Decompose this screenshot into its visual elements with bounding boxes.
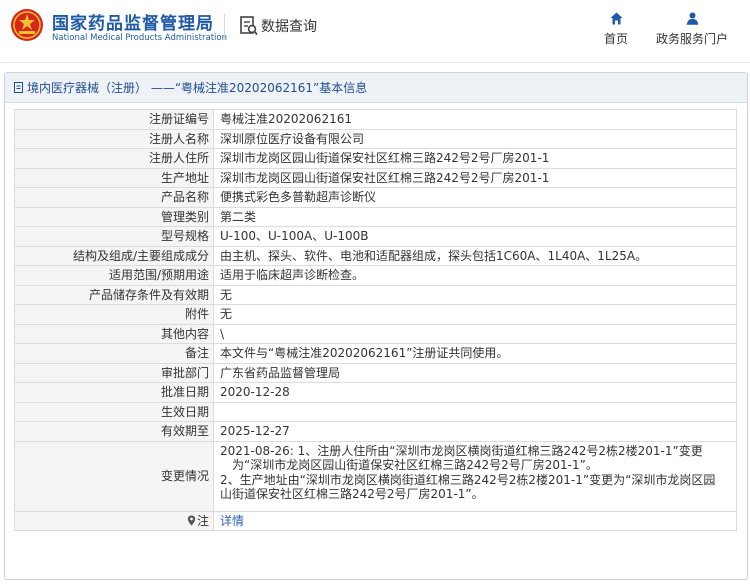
panel-title: 境内医疗器械（注册） ——“粤械注准20202062161”基本信息 [27,81,368,95]
field-label: 批准日期 [14,382,214,403]
details-link[interactable]: 详情 [220,514,244,528]
national-emblem-icon [11,9,43,41]
change-history-value: 2021-08-26: 1、注册人住所由“深圳市龙岗区横岗街道红棉三路242号2… [213,440,737,512]
field-label: 型号规格 [14,226,214,247]
header-divider [224,14,225,40]
data-query-label: 数据查询 [261,19,317,35]
field-value: 适用于临床超声诊断检查。 [213,265,737,286]
panel-title-bar: 境内医疗器械（注册） ——“粤械注准20202062161”基本信息 [5,73,747,103]
location-pin-icon [187,515,196,526]
table-row: 批准日期 2020-12-28 [14,382,737,403]
field-label: 结构及组成/主要组成成分 [14,245,214,266]
user-icon [686,12,698,25]
table-row: 生产地址 深圳市龙岗区园山街道保安社区红棉三路242号2号厂房201-1 [14,167,737,188]
table-row: 其他内容 \ [14,323,737,344]
table-row: 附件无 [14,304,737,325]
change-history-line: 山街道保安社区红棉三路242号2号厂房201-1”。 [220,487,484,501]
table-row: 注册证编号 粤械注准20202062161 [14,109,737,130]
field-value: U-100、U-100A、U-100B [213,226,737,247]
field-value [213,401,737,422]
header-bottom-border [0,62,750,63]
table-row: 注册人名称 深圳原位医疗设备有限公司 [14,128,737,149]
table-row: 有效期至 2025-12-27 [14,421,737,442]
field-value: 2025-12-27 [213,421,737,442]
note-label-cell: 注 [14,510,214,531]
field-value: 粤械注准20202062161 [213,109,737,130]
document-icon [14,82,23,93]
nav-home-label: 首页 [603,32,628,46]
change-history-row: 变更情况 2021-08-26: 1、注册人住所由“深圳市龙岗区横岗街道红棉三路… [14,440,737,512]
home-icon [610,12,622,25]
change-history-line: 为“深圳市龙岗区园山街道保安社区红棉三路242号2号厂房201-1”。 [232,458,598,472]
table-row: 产品储存条件及有效期无 [14,284,737,305]
change-history-line: 2、生产地址由“深圳市龙岗区横岗街道红棉三路242号2栋2楼201-1”变更为“… [220,472,716,487]
field-label: 附件 [14,304,214,325]
field-value: 深圳市龙岗区园山街道保安社区红棉三路242号2号厂房201-1 [213,167,737,188]
field-label: 备注 [14,343,214,364]
field-value: 由主机、探头、软件、电池和适配器组成，探头包括1C60A、1L40A、1L25A… [213,245,737,266]
field-value: 2020-12-28 [213,382,737,403]
field-value: 深圳市龙岗区园山街道保安社区红棉三路242号2号厂房201-1 [213,148,737,169]
note-value: 详情 [213,510,737,531]
change-history-label: 变更情况 [14,440,214,512]
note-label: 注 [196,513,209,528]
field-label: 审批部门 [14,362,214,383]
data-query-link[interactable]: 数据查询 [240,15,317,37]
table-row: 备注 本文件与“粤械注准20202062161”注册证共同使用。 [14,343,737,364]
field-value: 便携式彩色多普勒超声诊断仪 [213,187,737,208]
table-row: 生效日期 [14,401,737,422]
field-label: 生效日期 [14,401,214,422]
device-info-table: 注册证编号 粤械注准20202062161 注册人名称 深圳原位医疗设备有限公司 注… [14,109,737,531]
table-row: 审批部门 广东省药品监督管理局 [14,362,737,383]
field-value: 第二类 [213,206,737,227]
field-label: 生产地址 [14,167,214,188]
field-value: \ [213,323,737,344]
field-label: 产品储存条件及有效期 [14,284,214,305]
field-value: 广东省药品监督管理局 [213,362,737,383]
document-search-icon [240,16,258,36]
field-value: 深圳原位医疗设备有限公司 [213,128,737,149]
field-label: 其他内容 [14,323,214,344]
field-value: 无 [213,304,737,325]
record-panel: 境内医疗器械（注册） ——“粤械注准20202062161”基本信息 注册证编号… [4,72,748,580]
note-row: 注 详情 [14,510,737,531]
nav-home[interactable]: 首页 [602,12,630,47]
nav-gov-portal[interactable]: 政务服务门户 [654,12,730,47]
field-value: 本文件与“粤械注准20202062161”注册证共同使用。 [213,343,737,364]
field-label: 注册人名称 [14,128,214,149]
table-row: 管理类别 第二类 [14,206,737,227]
field-label: 注册人住所 [14,148,214,169]
field-label: 产品名称 [14,187,214,208]
field-label: 适用范围/预期用途 [14,265,214,286]
field-label: 有效期至 [14,421,214,442]
field-label: 注册证编号 [14,109,214,130]
table-row: 产品名称 便携式彩色多普勒超声诊断仪 [14,187,737,208]
field-label: 管理类别 [14,206,214,227]
field-value: 无 [213,284,737,305]
table-row: 结构及组成/主要组成成分 由主机、探头、软件、电池和适配器组成，探头包括1C60A… [14,245,737,266]
table-row: 注册人住所 深圳市龙岗区园山街道保安社区红棉三路242号2号厂房201-1 [14,148,737,169]
site-logo-subtitle: National Medical Products Administration [52,33,227,43]
nav-gov-portal-label: 政务服务门户 [655,32,728,46]
table-row: 适用范围/预期用途 适用于临床超声诊断检查。 [14,265,737,286]
table-row: 型号规格 U-100、U-100A、U-100B [14,226,737,247]
site-logo-title: 国家药品监督管理局 [52,14,214,34]
change-history-line: 2021-08-26: 1、注册人住所由“深圳市龙岗区横岗街道红棉三路242号2… [220,443,703,458]
site-header: 国家药品监督管理局 National Medical Products Admi… [0,0,750,62]
